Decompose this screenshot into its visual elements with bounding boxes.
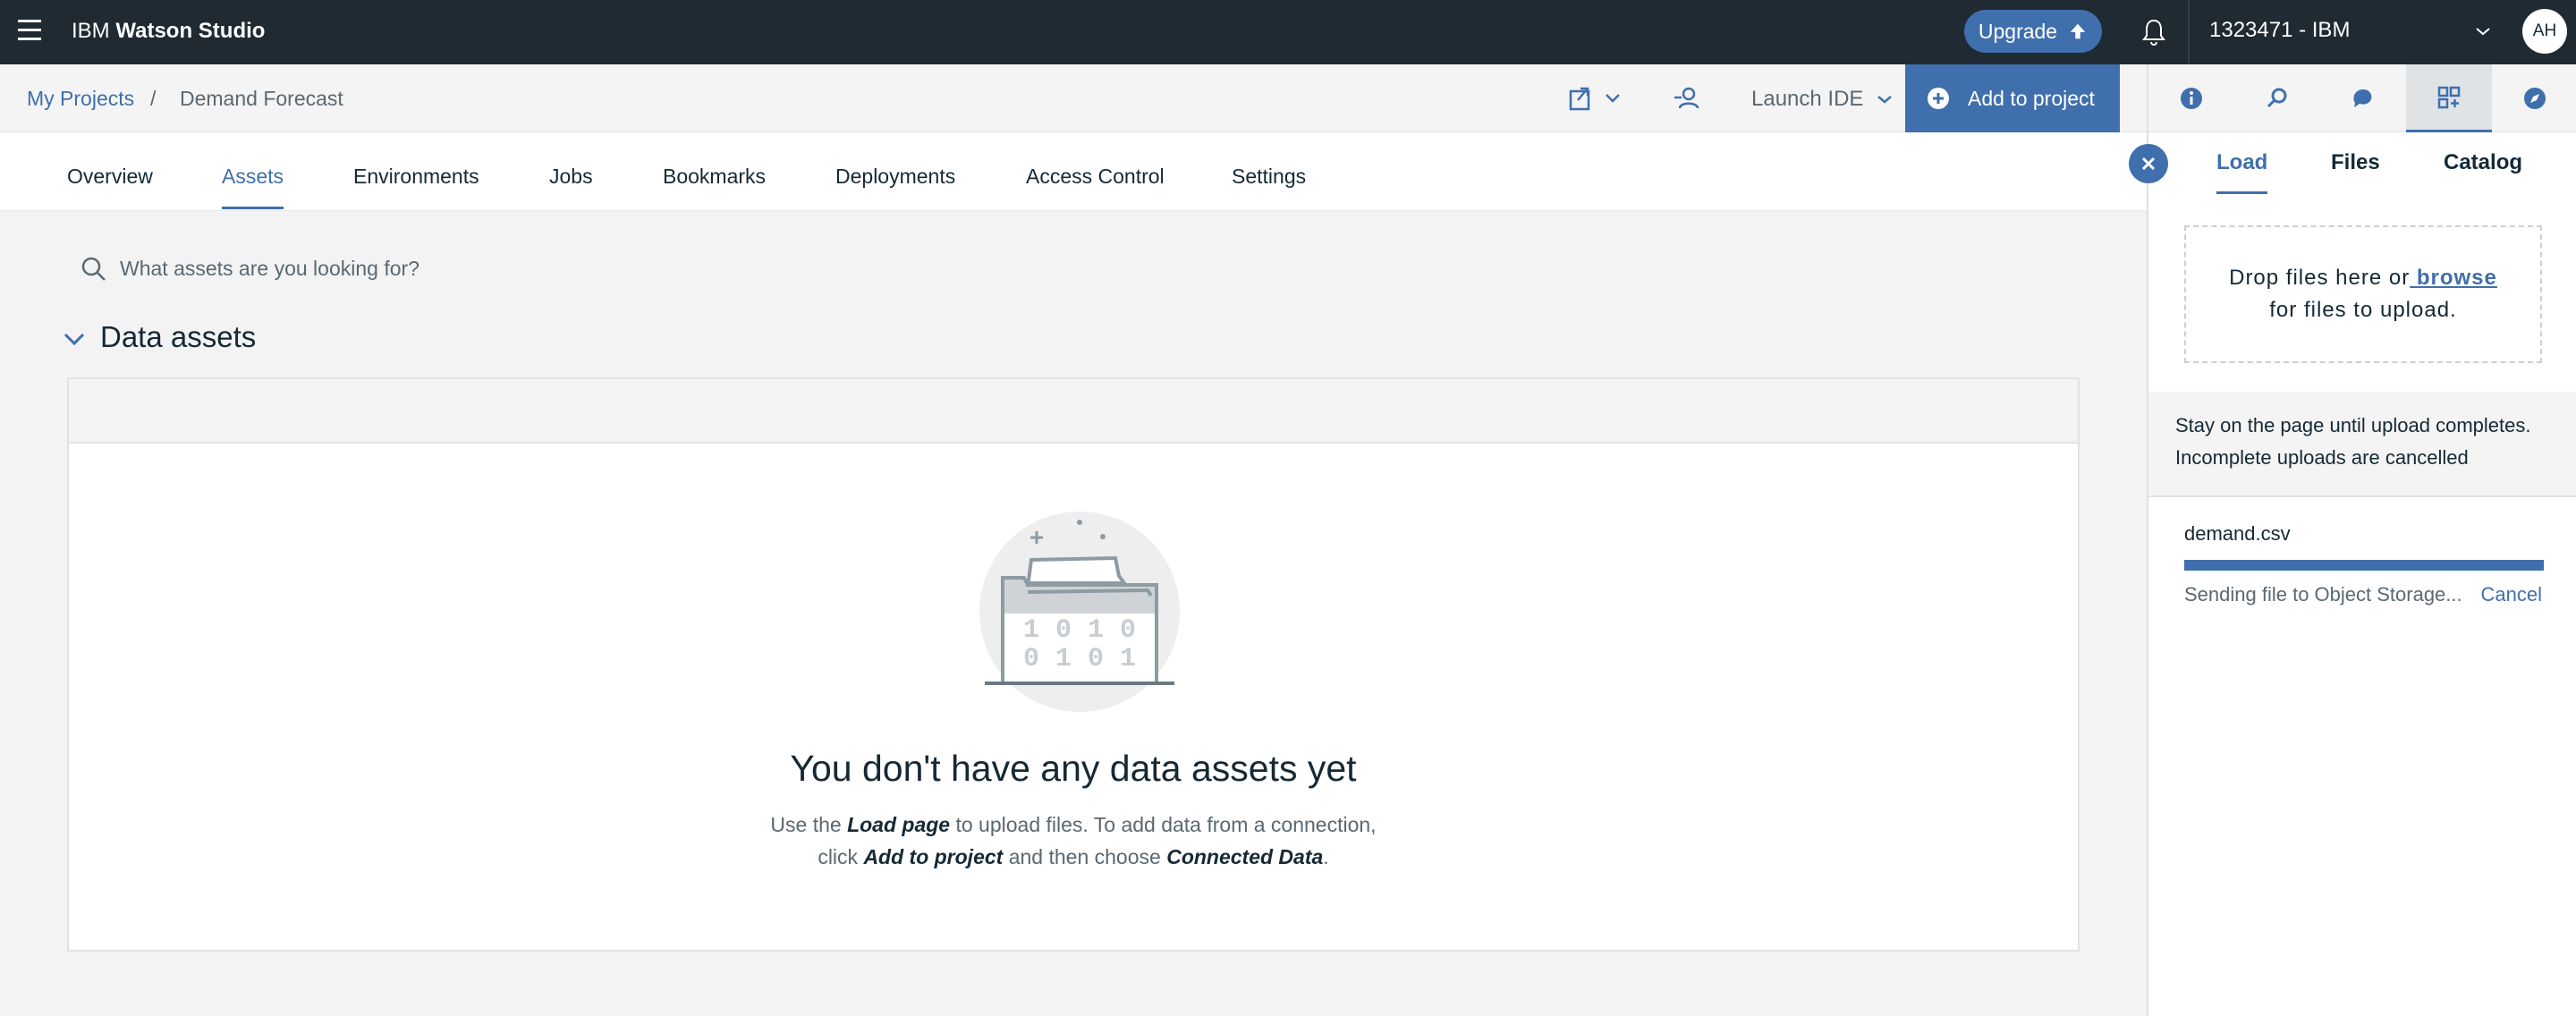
upload-notice: Stay on the page until upload completes.… xyxy=(2148,392,2576,497)
app-title[interactable]: IBM Watson Studio xyxy=(72,19,265,44)
chevron-down-icon[interactable] xyxy=(61,329,88,349)
side-panel-toolbar xyxy=(2147,64,2576,132)
breadcrumb-my-projects[interactable]: My Projects xyxy=(27,87,134,111)
tab-deployments[interactable]: Deployments xyxy=(835,165,955,207)
binary-digits-row2: 0 1 0 1 xyxy=(1023,644,1136,674)
launch-ide-label: Launch IDE xyxy=(1751,87,1864,111)
empty-folder-illustration: 1 0 1 0 0 1 0 1 xyxy=(979,512,1180,712)
plus-circle-icon xyxy=(1928,88,1949,109)
dropzone-text-2: for files to upload. xyxy=(2269,298,2457,322)
topbar-divider xyxy=(2188,0,2190,64)
find-data-icon[interactable] xyxy=(2234,64,2320,132)
cancel-upload-link[interactable]: Cancel xyxy=(2481,583,2542,606)
data-assets-heading: Data assets xyxy=(100,320,257,353)
avatar[interactable]: AH xyxy=(2522,9,2567,54)
add-collaborator-icon[interactable] xyxy=(1673,84,1705,113)
data-side-panel: Load Files Catalog Drop files here or br… xyxy=(2147,132,2576,1016)
empty-state-description: Use the Load page to upload files. To ad… xyxy=(770,813,1377,868)
upload-arrow-icon xyxy=(2070,23,2086,39)
side-tab-load[interactable]: Load xyxy=(2216,150,2268,194)
upload-file-name: demand.csv xyxy=(2184,522,2291,545)
tab-assets[interactable]: Assets xyxy=(222,165,284,209)
upload-status-text: Sending file to Object Storage... xyxy=(2184,583,2462,605)
data-panel-icon[interactable] xyxy=(2406,64,2492,132)
account-selector[interactable]: 1323471 - IBM xyxy=(2209,18,2350,43)
brand-name: Watson Studio xyxy=(115,19,266,43)
tab-bookmarks[interactable]: Bookmarks xyxy=(663,165,766,207)
hamburger-menu-icon[interactable] xyxy=(18,20,43,43)
search-icon xyxy=(81,257,106,281)
brand-prefix: IBM xyxy=(72,19,110,43)
tab-access-control[interactable]: Access Control xyxy=(1026,165,1165,207)
close-panel-button[interactable] xyxy=(2129,144,2168,183)
close-icon xyxy=(2141,157,2156,171)
tab-jobs[interactable]: Jobs xyxy=(549,165,593,207)
empty-state-title: You don't have any data assets yet xyxy=(790,748,1357,789)
top-bar: IBM Watson Studio Upgrade 1323471 - IBM … xyxy=(0,0,2576,64)
upload-progress-fill xyxy=(2184,560,2544,571)
dropzone-text: Drop files here or xyxy=(2229,266,2411,290)
add-to-project-label: Add to project xyxy=(1968,86,2095,110)
project-tabs: Overview Assets Environments Jobs Bookma… xyxy=(0,132,2147,211)
upgrade-label: Upgrade xyxy=(1978,19,2058,43)
breadcrumb-current-project: Demand Forecast xyxy=(180,87,343,110)
add-to-project-button[interactable]: Add to project xyxy=(1905,64,2120,132)
chevron-down-icon[interactable] xyxy=(2474,25,2492,38)
notice-line-1: Stay on the page until upload completes. xyxy=(2175,414,2531,436)
binary-digits-row1: 1 0 1 0 xyxy=(1023,615,1136,646)
export-icon[interactable] xyxy=(1567,84,1626,113)
side-tab-files[interactable]: Files xyxy=(2331,150,2380,191)
notifications-bell-icon[interactable] xyxy=(2138,16,2170,48)
tab-environments[interactable]: Environments xyxy=(353,165,479,207)
tab-settings[interactable]: Settings xyxy=(1232,165,1306,207)
load-page-link: Load page xyxy=(847,813,951,836)
table-header xyxy=(69,379,2078,444)
chevron-down-icon xyxy=(1877,96,1893,104)
browse-link[interactable]: browse xyxy=(2410,266,2497,290)
notice-line-2: Incomplete uploads are cancelled xyxy=(2175,446,2469,469)
breadcrumb-bar: My Projects / Demand Forecast Launch IDE… xyxy=(0,64,2147,132)
compass-icon[interactable] xyxy=(2492,64,2576,132)
data-assets-table: 1 0 1 0 0 1 0 1 You don't have any data … xyxy=(67,377,2080,952)
tab-overview[interactable]: Overview xyxy=(67,165,153,207)
info-icon[interactable] xyxy=(2148,64,2234,132)
upload-progress-bar xyxy=(2184,560,2544,571)
side-tab-catalog[interactable]: Catalog xyxy=(2444,150,2522,191)
breadcrumb-separator: / xyxy=(150,87,157,110)
comments-icon[interactable] xyxy=(2320,64,2406,132)
upgrade-button[interactable]: Upgrade xyxy=(1964,10,2102,53)
launch-ide-menu[interactable]: Launch IDE xyxy=(1751,87,1894,112)
asset-search-input[interactable] xyxy=(120,250,1193,286)
file-drop-zone[interactable]: Drop files here or browse for files to u… xyxy=(2184,225,2542,363)
